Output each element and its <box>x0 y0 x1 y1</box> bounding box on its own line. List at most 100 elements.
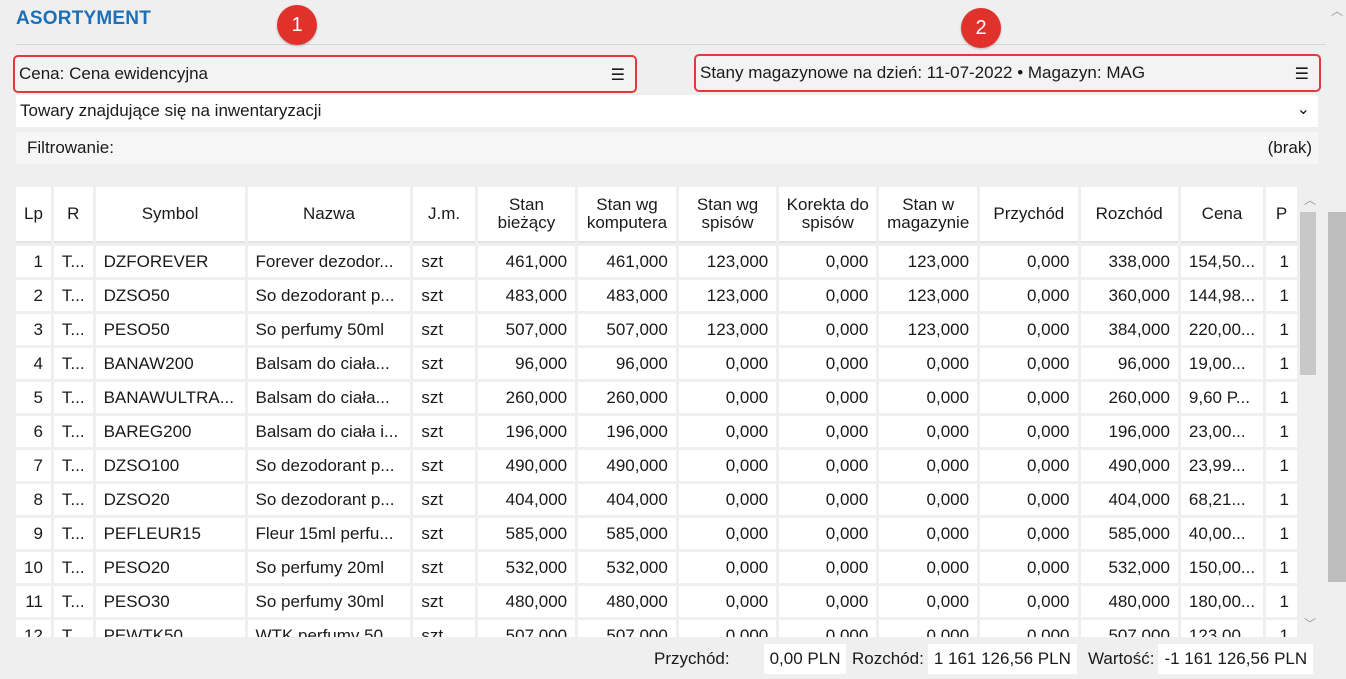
table-cell[interactable]: 0,000 <box>779 617 877 637</box>
goods-dropdown[interactable]: Towary znajdujące się na inwentaryzacji … <box>16 95 1318 127</box>
column-header[interactable]: Stan bieżący <box>477 187 576 243</box>
table-row[interactable]: 1 T... DZFOREVER Forever dezodor... szt 461,0… <box>16 243 1297 277</box>
table-cell[interactable]: 0,000 <box>980 447 1078 481</box>
table-cell[interactable]: Fleur 15ml perfu... <box>247 515 411 549</box>
table-cell[interactable]: 0,000 <box>678 345 777 379</box>
column-header[interactable]: Cena <box>1180 187 1264 243</box>
table-cell[interactable]: 196,000 <box>578 413 676 447</box>
table-cell[interactable]: szt <box>413 481 475 515</box>
table-cell[interactable]: 585,000 <box>1080 515 1178 549</box>
table-cell[interactable]: 123,000 <box>678 311 777 345</box>
table-cell[interactable]: 23,00... <box>1180 413 1264 447</box>
table-cell[interactable]: 196,000 <box>477 413 576 447</box>
table-cell[interactable]: 0,000 <box>678 447 777 481</box>
grid-scroll-thumb[interactable] <box>1300 212 1316 375</box>
table-row[interactable]: 9 T... PEFLEUR15 Fleur 15ml perfu... szt 585,… <box>16 515 1297 549</box>
table-cell[interactable]: 8 <box>16 481 51 515</box>
table-cell[interactable]: 507,000 <box>477 617 576 637</box>
table-cell[interactable]: 585,000 <box>477 515 576 549</box>
table-cell[interactable]: So dezodorant p... <box>247 447 411 481</box>
table-cell[interactable]: T... <box>53 413 93 447</box>
menu-icon[interactable]: ☰ <box>1295 64 1309 84</box>
table-cell[interactable]: 0,000 <box>980 277 1078 311</box>
table-cell[interactable]: 123,000 <box>879 243 978 277</box>
table-cell[interactable]: DZSO50 <box>95 277 245 311</box>
table-cell[interactable]: 532,000 <box>578 549 676 583</box>
table-cell[interactable]: 461,000 <box>578 243 676 277</box>
filter-bar[interactable]: Filtrowanie: (brak) <box>16 132 1318 164</box>
table-cell[interactable]: 1 <box>1266 447 1297 481</box>
table-cell[interactable]: 3 <box>16 311 51 345</box>
table-cell[interactable]: 1 <box>1266 345 1297 379</box>
table-cell[interactable]: 1 <box>1266 549 1297 583</box>
table-cell[interactable]: T... <box>53 345 93 379</box>
table-cell[interactable]: 0,000 <box>980 549 1078 583</box>
table-cell[interactable]: 1 <box>1266 311 1297 345</box>
table-cell[interactable]: 5 <box>16 379 51 413</box>
table-cell[interactable]: szt <box>413 617 475 637</box>
stock-selector[interactable]: Stany magazynowe na dzień: 11-07-2022 • … <box>694 54 1321 92</box>
table-cell[interactable]: 123,00... <box>1180 617 1264 637</box>
table-cell[interactable]: 461,000 <box>477 243 576 277</box>
table-cell[interactable]: 0,000 <box>879 549 978 583</box>
column-header[interactable]: J.m. <box>413 187 475 243</box>
table-row[interactable]: 6 T... BAREG200 Balsam do ciała i... szt 196,… <box>16 413 1297 447</box>
table-cell[interactable]: szt <box>413 515 475 549</box>
table-cell[interactable]: 483,000 <box>477 277 576 311</box>
table-cell[interactable]: szt <box>413 549 475 583</box>
table-cell[interactable]: 1 <box>1266 379 1297 413</box>
table-cell[interactable]: 9 <box>16 515 51 549</box>
table-cell[interactable]: 0,000 <box>779 413 877 447</box>
table-cell[interactable]: 96,000 <box>477 345 576 379</box>
table-cell[interactable]: 0,000 <box>678 583 777 617</box>
table-cell[interactable]: T... <box>53 481 93 515</box>
column-header[interactable]: P <box>1266 187 1297 243</box>
table-cell[interactable]: PESO20 <box>95 549 245 583</box>
column-header[interactable]: Nazwa <box>247 187 411 243</box>
table-cell[interactable]: 0,000 <box>779 515 877 549</box>
menu-icon[interactable]: ☰ <box>611 65 625 85</box>
column-header[interactable]: Stan wg komputera <box>578 187 676 243</box>
table-row[interactable]: 2 T... DZSO50 So dezodorant p... szt 483,000 4… <box>16 277 1297 311</box>
table-row[interactable]: 8 T... DZSO20 So dezodorant p... szt 404,000 4… <box>16 481 1297 515</box>
table-cell[interactable]: 1 <box>16 243 51 277</box>
table-cell[interactable]: 490,000 <box>477 447 576 481</box>
table-cell[interactable]: szt <box>413 447 475 481</box>
table-cell[interactable]: 1 <box>1266 481 1297 515</box>
table-cell[interactable]: T... <box>53 311 93 345</box>
table-cell[interactable]: So perfumy 50ml <box>247 311 411 345</box>
table-cell[interactable]: 2 <box>16 277 51 311</box>
table-cell[interactable]: 12 <box>16 617 51 637</box>
table-row[interactable]: 3 T... PESO50 So perfumy 50ml szt 507,000 507,… <box>16 311 1297 345</box>
table-cell[interactable]: 338,000 <box>1080 243 1178 277</box>
table-cell[interactable]: 0,000 <box>980 311 1078 345</box>
table-cell[interactable]: 220,00... <box>1180 311 1264 345</box>
table-cell[interactable]: 0,000 <box>879 447 978 481</box>
table-cell[interactable]: 532,000 <box>1080 549 1178 583</box>
page-scroll-thumb[interactable] <box>1328 212 1346 582</box>
table-row[interactable]: 4 T... BANAW200 Balsam do ciała... szt 96,000… <box>16 345 1297 379</box>
table-cell[interactable]: 0,000 <box>879 583 978 617</box>
table-cell[interactable]: T... <box>53 515 93 549</box>
table-cell[interactable]: PESO50 <box>95 311 245 345</box>
table-cell[interactable]: 507,000 <box>578 311 676 345</box>
table-cell[interactable]: T... <box>53 243 93 277</box>
table-cell[interactable]: 96,000 <box>578 345 676 379</box>
column-header[interactable]: Przychód <box>980 187 1078 243</box>
table-cell[interactable]: 1 <box>1266 277 1297 311</box>
table-cell[interactable]: 0,000 <box>879 379 978 413</box>
table-cell[interactable]: 0,000 <box>879 481 978 515</box>
table-cell[interactable]: 490,000 <box>1080 447 1178 481</box>
table-cell[interactable]: 0,000 <box>980 583 1078 617</box>
table-cell[interactable]: 10 <box>16 549 51 583</box>
column-header[interactable]: Symbol <box>95 187 245 243</box>
table-cell[interactable]: 480,000 <box>477 583 576 617</box>
table-cell[interactable]: 0,000 <box>678 379 777 413</box>
table-cell[interactable]: Balsam do ciała i... <box>247 413 411 447</box>
table-cell[interactable]: szt <box>413 277 475 311</box>
table-cell[interactable]: So perfumy 30ml <box>247 583 411 617</box>
table-cell[interactable]: 68,21... <box>1180 481 1264 515</box>
table-cell[interactable]: PEFLEUR15 <box>95 515 245 549</box>
column-header[interactable]: Stan w magazynie <box>879 187 978 243</box>
table-cell[interactable]: szt <box>413 379 475 413</box>
